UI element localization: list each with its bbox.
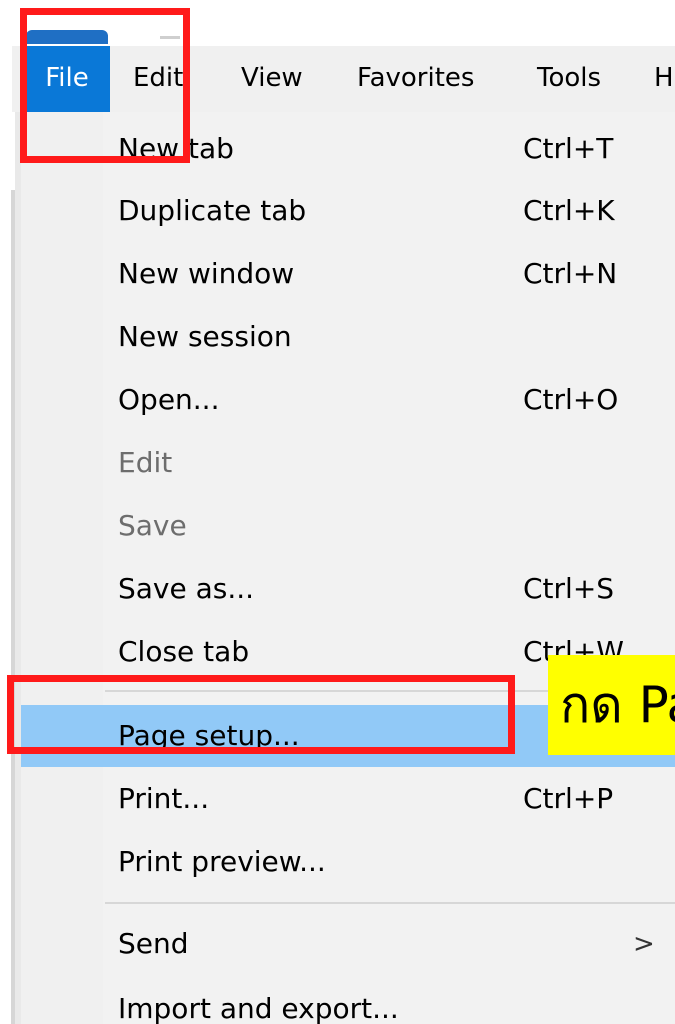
menu-item-label: Save — [118, 509, 187, 542]
annotation-box-file — [20, 8, 190, 163]
menu-item-new-session[interactable]: New session — [21, 306, 675, 368]
menu-item-save: Save — [21, 495, 675, 557]
annotation-text: กด Pa — [560, 676, 675, 734]
menu-item-edit: Edit — [21, 432, 675, 494]
menu-item-shortcut: Ctrl+S — [523, 572, 615, 605]
menu-separator — [105, 902, 675, 904]
menu-item-label: Print preview... — [118, 845, 326, 878]
menu-item-label: New window — [118, 257, 295, 290]
menu-item-send[interactable]: Send > — [21, 913, 675, 975]
menu-favorites[interactable]: Favorites — [357, 46, 474, 112]
menu-item-shortcut: Ctrl+T — [523, 132, 614, 165]
menu-item-shortcut: Ctrl+O — [523, 383, 619, 416]
menu-item-label: Close tab — [118, 635, 250, 668]
menu-item-label: New session — [118, 320, 292, 353]
menu-item-label: Edit — [118, 446, 173, 479]
menu-item-new-window[interactable]: New window Ctrl+N — [21, 243, 675, 305]
menu-item-shortcut: Ctrl+N — [523, 257, 618, 290]
annotation-box-page-setup — [7, 675, 515, 754]
file-menu-dropdown: New tab Ctrl+T Duplicate tab Ctrl+K New … — [21, 112, 675, 1024]
screenshot-stage: File Edit View Favorites Tools H New tab… — [0, 0, 675, 1024]
menu-item-import-export[interactable]: Import and export... — [21, 978, 675, 1024]
menu-item-label: Import and export... — [118, 992, 399, 1024]
menu-item-label: Open... — [118, 383, 220, 416]
menu-item-label: Duplicate tab — [118, 194, 307, 227]
chevron-right-icon: > — [633, 929, 655, 959]
menu-item-label: Save as... — [118, 572, 255, 605]
menu-item-print-preview[interactable]: Print preview... — [21, 831, 675, 893]
menu-item-print[interactable]: Print... Ctrl+P — [21, 768, 675, 830]
menu-item-open[interactable]: Open... Ctrl+O — [21, 369, 675, 431]
menu-item-shortcut: Ctrl+P — [523, 782, 614, 815]
menu-item-label: Send — [118, 927, 189, 960]
menu-tools[interactable]: Tools — [537, 46, 601, 112]
menu-view[interactable]: View — [241, 46, 303, 112]
menu-item-label: Print... — [118, 782, 210, 815]
menu-help[interactable]: H — [654, 46, 674, 112]
menu-item-save-as[interactable]: Save as... Ctrl+S — [21, 558, 675, 620]
menu-item-shortcut: Ctrl+K — [523, 194, 615, 227]
menu-item-duplicate-tab[interactable]: Duplicate tab Ctrl+K — [21, 180, 675, 242]
annotation-callout: กด Pa — [548, 655, 675, 755]
